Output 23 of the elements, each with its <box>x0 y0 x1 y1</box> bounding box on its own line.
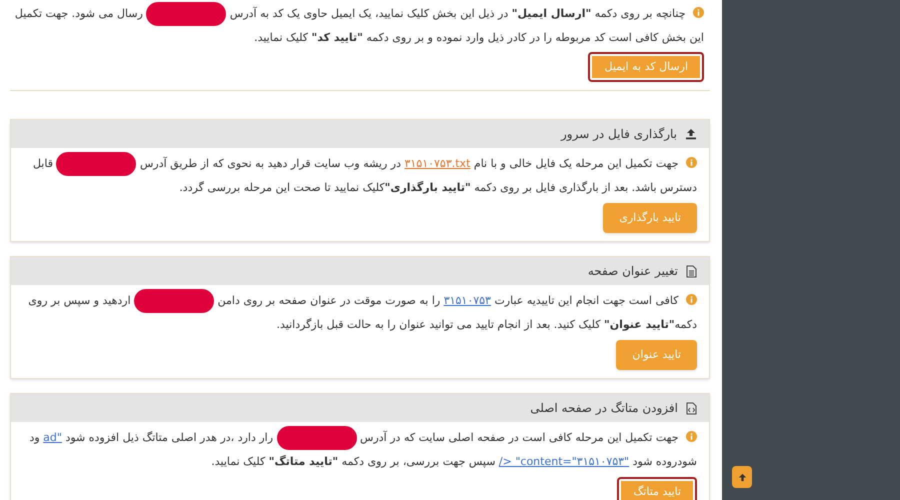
code-link[interactable]: ۳۱۵۱۰۷۵۳ <box>444 294 491 308</box>
instruction-text: چنانچه بر روی دکمه "ارسال ایمیل" در ذیل این بخش کلیک نمایید، یک ایمیل حاوی یک کد به آدرس رسال می شود. جهت تکمیل این بخش کافی است کد مربوطه را در کادر ذیل وارد نموده و بر روی دکمه "تایید کد" کلیک نمایید. <box>10 2 704 49</box>
info-icon <box>686 157 697 168</box>
info-icon <box>686 294 697 306</box>
card-title: بارگذاری فایل در سرور <box>561 126 677 143</box>
scroll-top-button[interactable] <box>732 466 752 488</box>
arrow-up-icon <box>738 472 746 482</box>
action-button[interactable]: ارسال کد به ایمیل <box>588 52 704 82</box>
card-title: تغییر عنوان صفحه <box>588 263 678 280</box>
info-icon <box>686 431 697 442</box>
document-icon <box>686 264 697 278</box>
instruction-text: جهت تکمیل این مرحله یک فایل خالی و با نام ۳۱۵۱۰۷۵۳.txt در ریشه وب سایت قرار دهید به نحوی که از طریق آدرس قابل دسترس باشد. بعد از بارگذاری فایل بر روی دکمه "تایید بارگذاری"کلیک نمایید تا صحت این مرحله بررسی گردد. <box>23 152 697 199</box>
code-link[interactable]: ۳۱۵۱۰۷۵۳.txt <box>404 157 470 170</box>
code-file-icon <box>686 402 697 414</box>
info-icon <box>693 7 704 18</box>
card-title: افزودن متاتگ در صفحه اصلی <box>530 400 678 417</box>
action-button[interactable]: تایید متاتگ <box>617 477 697 500</box>
code-link[interactable]: /> "content="۳۱۵۱۰۷۵۳" <box>498 455 630 468</box>
instruction-text: کافی است جهت انجام این تاییدیه عبارت ۳۱۵۱۰۷۵۳ را به صورت موقت در عنوان صفحه بر روی دامن اردهید و سپس بر روی دکمه"تایید عنوان" کلیک کنید. بعد از انجام تایید می توانید عنوان را به حالت قبل بازگردانید. <box>23 289 697 336</box>
action-button[interactable]: تایید عنوان <box>616 340 697 370</box>
action-button[interactable]: تایید بارگذاری <box>603 203 697 233</box>
upload-icon <box>685 128 697 140</box>
code-link[interactable]: ad" <box>43 431 62 444</box>
